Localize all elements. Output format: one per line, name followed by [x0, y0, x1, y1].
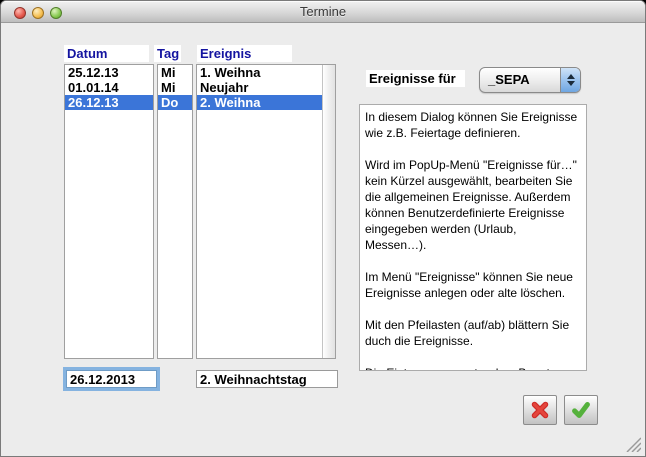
list-item-tag[interactable]: Mi	[158, 65, 192, 80]
list-item-ereignis[interactable]: 1. Weihna	[197, 65, 335, 80]
chevron-up-down-icon	[560, 68, 580, 92]
resize-grip-icon[interactable]	[623, 436, 641, 452]
list-item-datum[interactable]: 25.12.13	[65, 65, 153, 80]
titlebar[interactable]: Termine	[1, 1, 645, 23]
event-name-input[interactable]	[196, 370, 338, 388]
list-item-ereignis[interactable]: Neujahr	[197, 80, 335, 95]
events-for-label: Ereignisse für	[366, 70, 465, 87]
x-icon	[529, 399, 551, 421]
list-item-datum[interactable]: 01.01.14	[65, 80, 153, 95]
cancel-button[interactable]	[523, 395, 557, 425]
list-item-ereignis[interactable]: 2. Weihna	[197, 95, 335, 110]
list-tag: MiMiDo	[157, 64, 193, 359]
list-item-datum[interactable]: 26.12.13	[65, 95, 153, 110]
help-paragraph: Wird im PopUp-Menü "Ereignisse für…" kei…	[365, 157, 581, 253]
date-input[interactable]	[66, 370, 157, 388]
scrollbar-track[interactable]	[322, 65, 335, 358]
check-icon	[570, 399, 592, 421]
list-item-tag[interactable]: Mi	[158, 80, 192, 95]
column-header-ereignis: Ereignis	[197, 45, 292, 62]
list-item-tag[interactable]: Do	[158, 95, 192, 110]
popup-selected-value: _SEPA	[480, 68, 560, 92]
confirm-button[interactable]	[564, 395, 598, 425]
column-header-tag: Tag	[154, 45, 181, 62]
termine-dialog-window: Termine Datum Tag Ereignis 25.12.1301.01…	[0, 0, 646, 457]
help-paragraph: Mit den Pfeilasten (auf/ab) blättern Sie…	[365, 317, 581, 349]
help-paragraph: Die Eintragungen unter dem Benutzer "_SE…	[365, 365, 581, 371]
list-datum: 25.12.1301.01.1426.12.13	[64, 64, 154, 359]
column-header-datum: Datum	[64, 45, 149, 62]
list-ereignis: 1. WeihnaNeujahr2. Weihna	[196, 64, 336, 359]
help-paragraph: Im Menü "Ereignisse" können Sie neue Ere…	[365, 269, 581, 301]
help-text-panel: In diesem Dialog können Sie Ereignisse w…	[359, 104, 587, 371]
window-title: Termine	[1, 1, 645, 23]
help-paragraph: In diesem Dialog können Sie Ereignisse w…	[365, 109, 581, 141]
events-for-popup[interactable]: _SEPA	[479, 67, 581, 93]
